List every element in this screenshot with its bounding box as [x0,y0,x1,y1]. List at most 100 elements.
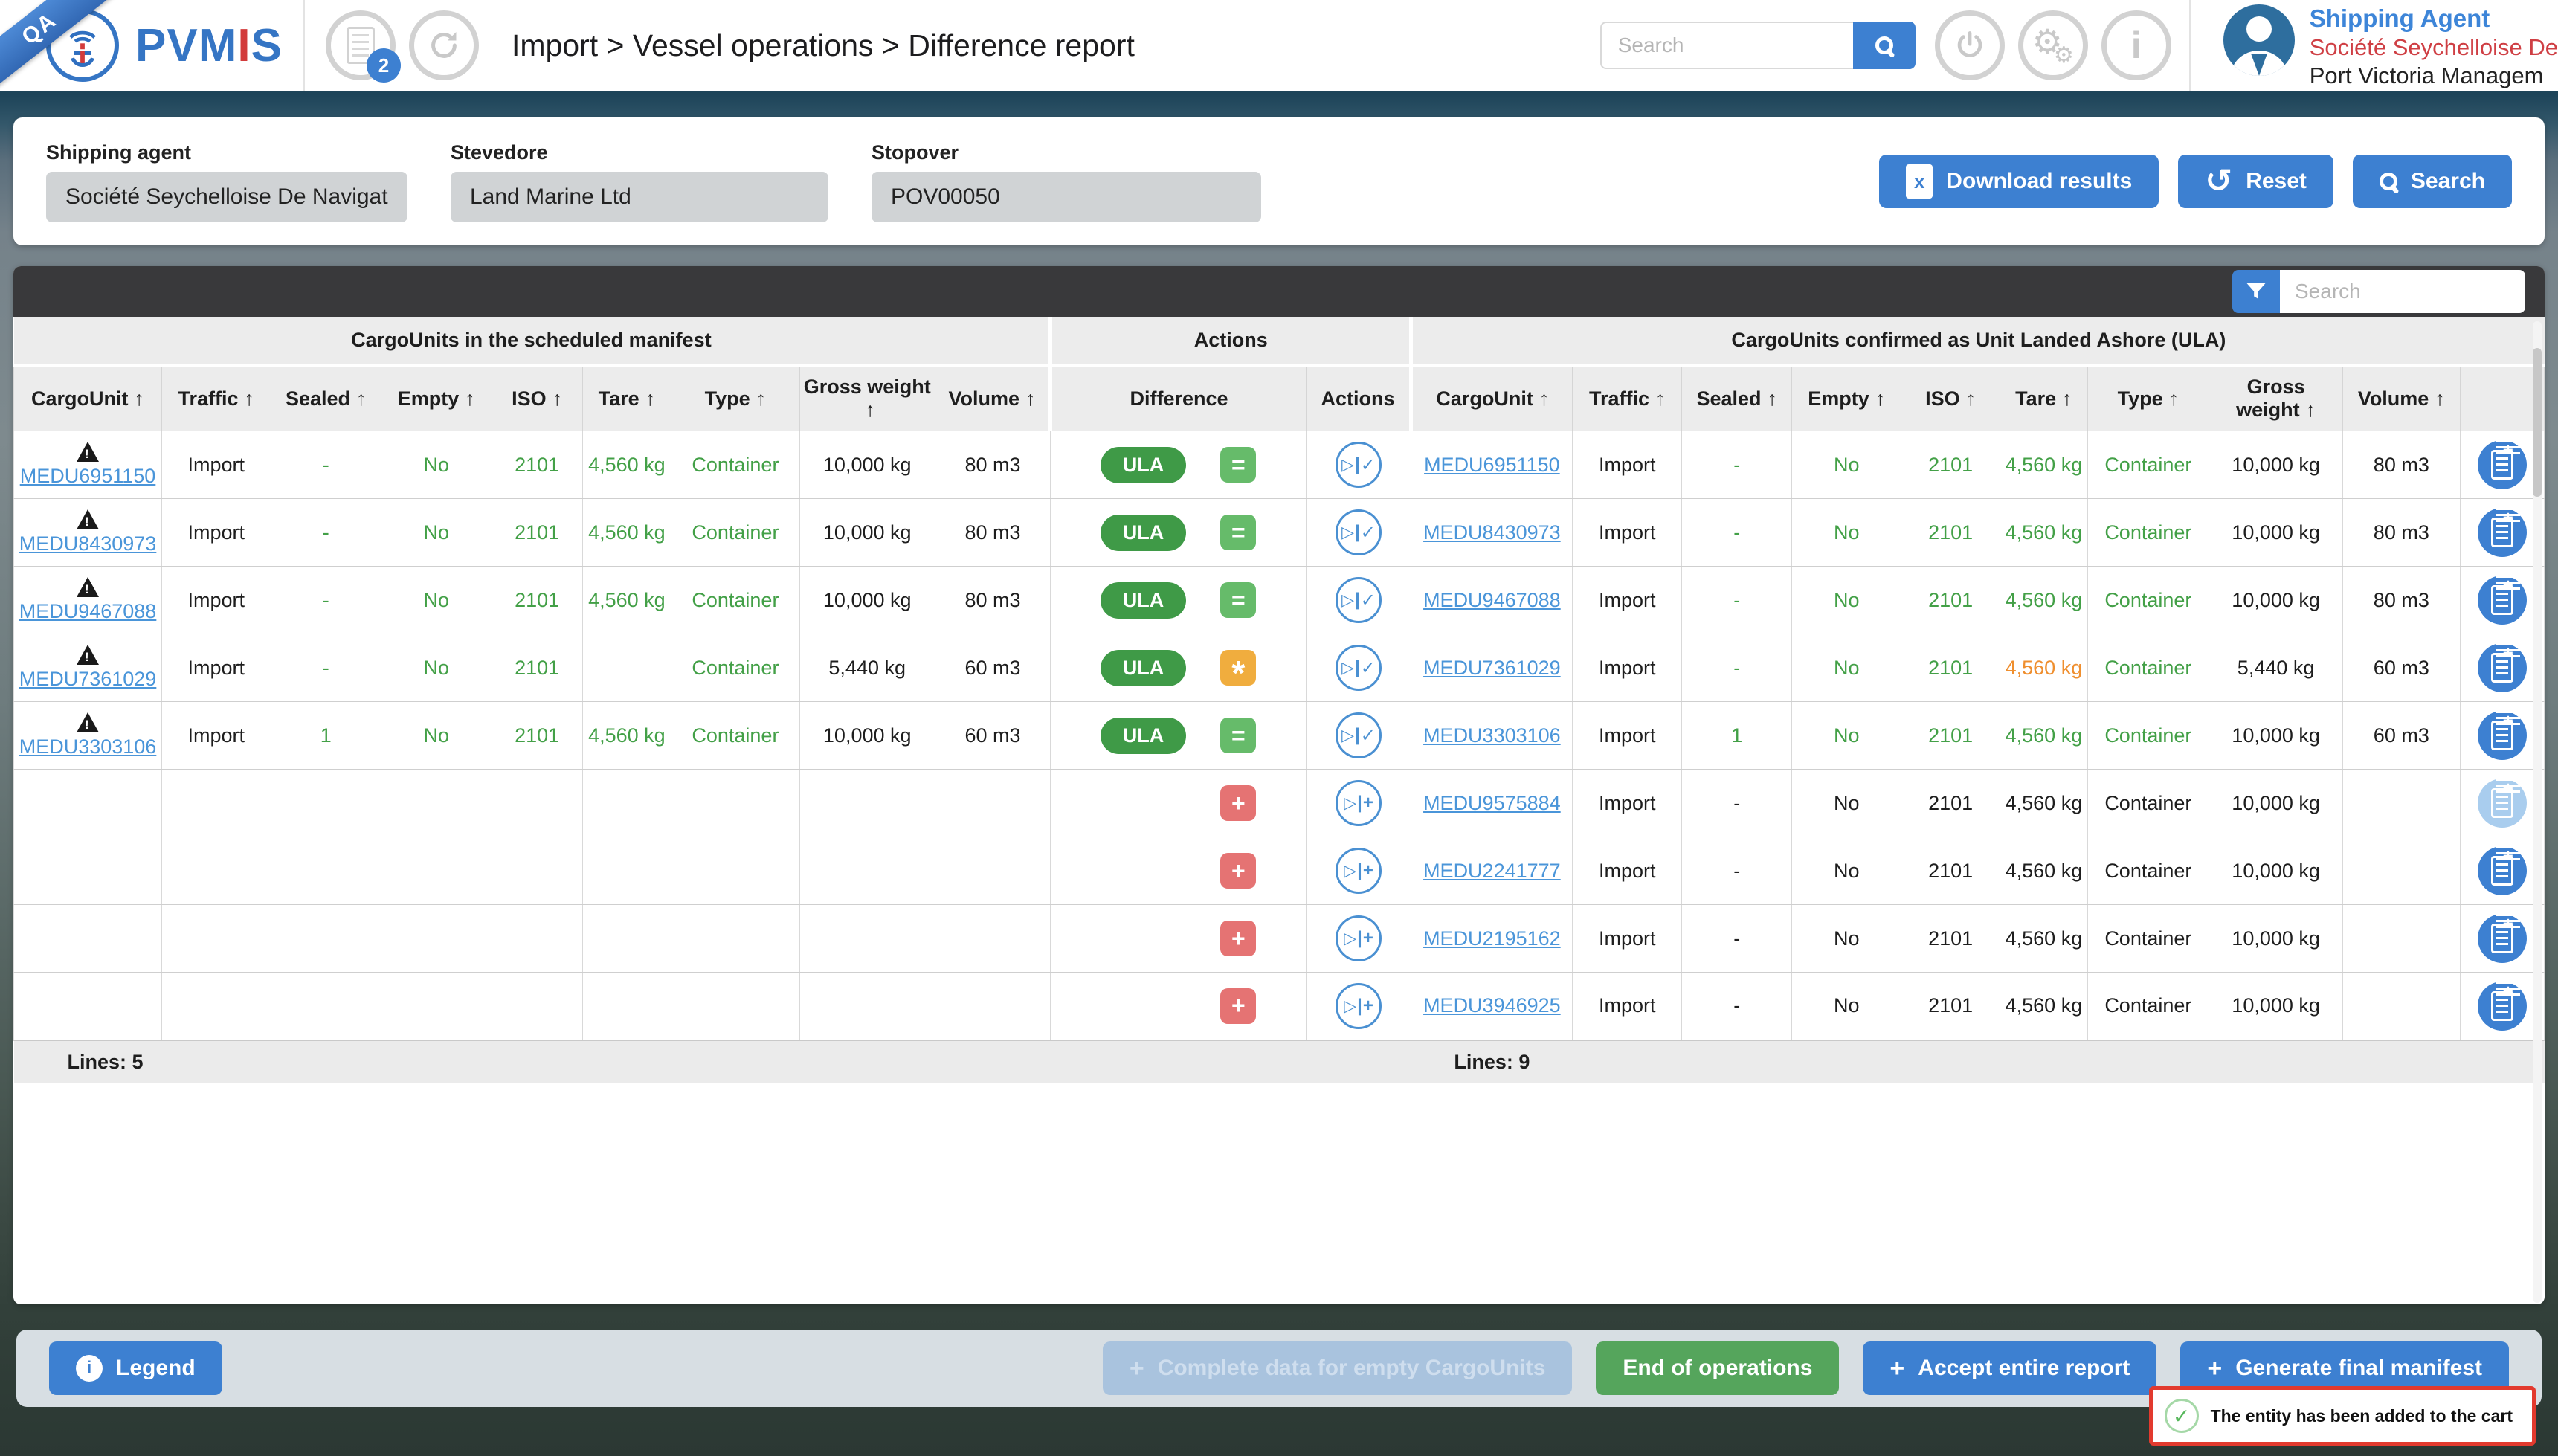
ula-gross_weight-cell: 10,000 kg [2209,770,2343,837]
left-empty-cell [381,905,492,973]
ula-cargo-unit-link[interactable]: MEDU9467088 [1423,589,1561,611]
user-menu[interactable]: Shipping Agent Société Seychelloise De P… [2223,1,2558,89]
confirm-difference-button[interactable]: ▷|✓ [1336,645,1382,691]
add-note-button[interactable]: + [2478,643,2527,692]
ula-sealed-cell: - [1681,634,1792,702]
col-header-ula-volume[interactable]: Volume↑ [2343,365,2461,431]
col-header-ula-cargounit[interactable]: CargoUnit↑ [1411,365,1573,431]
left-cargo-unit-link[interactable]: MEDU6951150 [20,465,156,487]
confirm-difference-button[interactable]: ▷|✓ [1336,712,1382,758]
col-header-ula-empty[interactable]: Empty↑ [1792,365,1901,431]
ula-cargo-unit-cell: MEDU7361029 [1411,634,1573,702]
scrollbar-thumb[interactable] [2533,348,2542,497]
table-search-input[interactable] [2280,270,2525,313]
col-header-left-gross-weight[interactable]: Gross weight↑ [799,365,935,431]
ula-type-cell: Container [2087,905,2209,973]
col-header-ula-tare[interactable]: Tare↑ [2000,365,2087,431]
col-header-left-traffic[interactable]: Traffic↑ [162,365,271,431]
left-sealed-cell [271,905,381,973]
ula-gross_weight-cell: 10,000 kg [2209,905,2343,973]
left-cargo-unit-link[interactable]: MEDU3303106 [19,735,157,758]
reset-button[interactable]: ↺ Reset [2178,155,2333,208]
ula-cargo-unit-cell: MEDU8430973 [1411,499,1573,567]
cart-documents-button[interactable]: 2 [326,10,396,80]
ula-cargo-unit-link[interactable]: MEDU9575884 [1423,792,1561,814]
stopover-input[interactable] [872,172,1261,222]
col-header-ula-sealed[interactable]: Sealed↑ [1681,365,1792,431]
ula-status-pill: ULA [1101,515,1187,551]
difference-equal-badge: = [1220,582,1256,618]
col-header-left-volume[interactable]: Volume↑ [935,365,1051,431]
col-header-left-tare[interactable]: Tare↑ [582,365,671,431]
left-gross_weight-cell: 5,440 kg [799,634,935,702]
add-note-button[interactable]: + [2478,846,2527,895]
col-header-left-sealed[interactable]: Sealed↑ [271,365,381,431]
lines-count-left: Lines: 5 [14,1040,1051,1083]
add-note-button[interactable]: + [2478,711,2527,760]
add-note-button[interactable]: + [2478,914,2527,963]
ula-cargo-unit-link[interactable]: MEDU7361029 [1423,657,1561,679]
search-icon [1875,36,1893,54]
note-plus-icon: + [2491,653,2513,683]
edit-cell: + [2460,905,2544,973]
global-search-input[interactable] [1600,22,1853,69]
add-note-button[interactable]: + [2478,440,2527,489]
col-header-left-type[interactable]: Type↑ [671,365,800,431]
confirm-difference-button[interactable]: ▷|✓ [1336,509,1382,555]
col-header-left-iso[interactable]: ISO↑ [492,365,582,431]
left-cargo-unit-link[interactable]: MEDU7361029 [19,668,157,690]
table-filter-button[interactable] [2232,270,2280,313]
search-button[interactable]: Search [2353,155,2512,208]
logout-button[interactable] [1935,10,2005,80]
end-of-operations-button[interactable]: End of operations [1596,1341,1839,1395]
col-header-ula-gross-weight[interactable]: Gross weight↑ [2209,365,2343,431]
stevedore-input[interactable] [451,172,828,222]
add-note-button[interactable]: + [2478,779,2527,828]
warning-icon: ! [77,577,99,597]
vertical-scrollbar[interactable] [2533,321,2542,1303]
global-search [1600,22,1916,69]
left-cargo-unit-link[interactable]: MEDU8430973 [19,532,157,555]
ula-cargo-unit-link[interactable]: MEDU8430973 [1423,521,1561,544]
group-header-actions: Actions [1051,317,1411,365]
global-search-button[interactable] [1853,22,1916,69]
settings-button[interactable]: ⚙⚙ [2018,10,2088,80]
left-traffic-cell: Import [162,702,271,770]
left-type-cell [671,905,800,973]
table-row: ULA+▷|+MEDU9575884Import-No21014,560 kgC… [14,770,2545,837]
ula-sealed-cell: - [1681,431,1792,499]
ula-cargo-unit-link[interactable]: MEDU3303106 [1423,724,1561,747]
refresh-button[interactable] [409,10,479,80]
complete-data-button[interactable]: + Complete data for empty CargoUnits [1103,1341,1573,1395]
add-cargo-unit-button[interactable]: ▷|+ [1336,848,1382,894]
col-header-ula-iso[interactable]: ISO↑ [1901,365,2000,431]
ula-cargo-unit-link[interactable]: MEDU2195162 [1423,927,1561,950]
add-note-button[interactable]: + [2478,508,2527,557]
download-results-button[interactable]: x Download results [1879,155,2159,208]
add-note-button[interactable]: + [2478,576,2527,625]
legend-button[interactable]: i Legend [49,1341,222,1395]
info-button[interactable]: i [2101,10,2171,80]
confirm-difference-button[interactable]: ▷|✓ [1336,442,1382,488]
ula-volume-cell [2343,837,2461,905]
left-sealed-cell [271,973,381,1040]
accept-entire-report-button[interactable]: + Accept entire report [1863,1341,2156,1395]
col-header-ula-type[interactable]: Type↑ [2087,365,2209,431]
shipping-agent-input[interactable] [46,172,407,222]
col-header-left-cargounit[interactable]: CargoUnit↑ [14,365,162,431]
ula-cargo-unit-link[interactable]: MEDU6951150 [1424,454,1560,476]
user-role: Shipping Agent [2310,4,2558,33]
col-header-ula-traffic[interactable]: Traffic↑ [1573,365,1681,431]
left-cargo-unit-cell: ! MEDU9467088 [14,567,162,634]
add-cargo-unit-button[interactable]: ▷|+ [1336,915,1382,961]
add-cargo-unit-button[interactable]: ▷|+ [1336,780,1382,826]
ula-cargo-unit-link[interactable]: MEDU2241777 [1423,860,1561,882]
app-logo[interactable]: PVMIS [46,9,283,82]
add-note-button[interactable]: + [2478,982,2527,1031]
actions-cell: ▷|✓ [1306,567,1411,634]
add-cargo-unit-button[interactable]: ▷|+ [1336,983,1382,1029]
confirm-difference-button[interactable]: ▷|✓ [1336,577,1382,623]
col-header-left-empty[interactable]: Empty↑ [381,365,492,431]
ula-cargo-unit-link[interactable]: MEDU3946925 [1423,994,1561,1017]
left-cargo-unit-link[interactable]: MEDU9467088 [19,600,157,622]
